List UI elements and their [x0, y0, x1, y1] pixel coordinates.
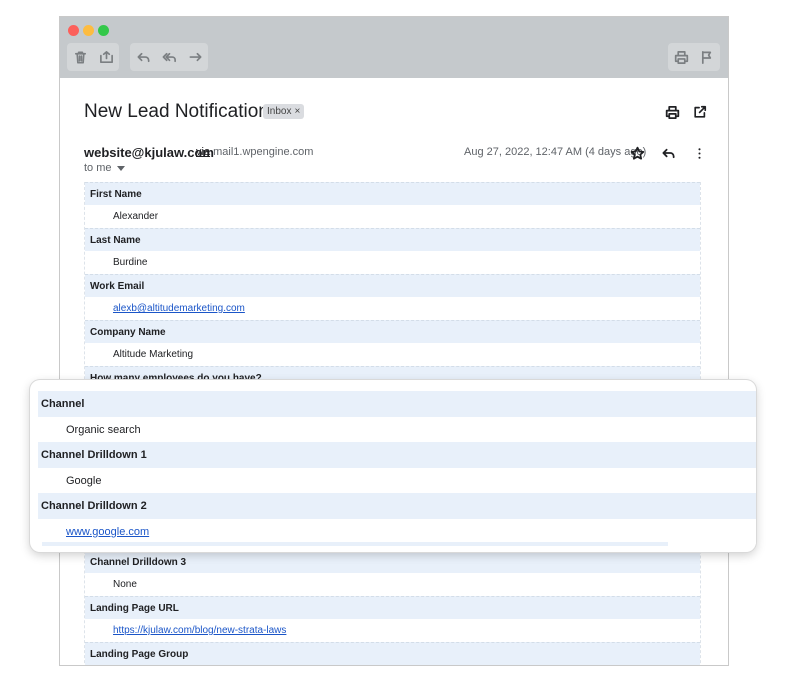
- close-window-button[interactable]: [68, 25, 79, 36]
- inbox-label-chip[interactable]: Inbox ×: [263, 104, 305, 119]
- toolbar-group-archive: [67, 43, 119, 71]
- minimize-window-button[interactable]: [83, 25, 94, 36]
- channel-drilldown-link[interactable]: www.google.com: [66, 526, 149, 538]
- sender-email[interactable]: website@kjulaw.com: [84, 145, 214, 160]
- field-value: Burdine: [85, 251, 700, 274]
- star-icon[interactable]: [627, 143, 647, 163]
- toolbar-group-reply: [130, 43, 208, 71]
- window-titlebar: [60, 17, 728, 78]
- email-window: New Lead Notification Inbox × website@kj…: [59, 16, 729, 666]
- print-icon[interactable]: [668, 43, 694, 71]
- trash-icon[interactable]: [67, 43, 93, 71]
- reply-all-icon[interactable]: [156, 43, 182, 71]
- email-subject: New Lead Notification: [84, 101, 269, 122]
- field-value: alexb@altitudemarketing.com: [85, 297, 700, 320]
- field-value-hidden: [85, 665, 700, 666]
- field-value: https://kjulaw.com/blog/new-strata-laws: [85, 619, 700, 642]
- via-word[interactable]: via: [196, 146, 210, 158]
- move-to-icon[interactable]: [93, 43, 119, 71]
- field-value: www.google.com: [38, 519, 756, 544]
- field-value: None: [85, 573, 700, 596]
- landing-page-link[interactable]: https://kjulaw.com/blog/new-strata-laws: [113, 625, 286, 636]
- print-icon[interactable]: [662, 102, 682, 122]
- field-label: Channel Drilldown 2: [38, 493, 756, 519]
- chevron-down-icon[interactable]: [116, 165, 125, 171]
- field-label: Work Email: [85, 274, 700, 297]
- highlight-table: Channel Organic search Channel Drilldown…: [38, 391, 756, 544]
- highlight-divider: [42, 542, 668, 546]
- flag-icon[interactable]: [694, 43, 720, 71]
- work-email-link[interactable]: alexb@altitudemarketing.com: [113, 303, 245, 314]
- field-label: Channel: [38, 391, 756, 417]
- via-info: via mail1.wpengine.com: [196, 146, 313, 158]
- field-label: Channel Drilldown 1: [38, 442, 756, 468]
- forward-icon[interactable]: [182, 43, 208, 71]
- open-in-new-icon[interactable]: [690, 102, 710, 122]
- field-value: Organic search: [38, 417, 756, 442]
- field-label: Channel Drilldown 3: [85, 550, 700, 573]
- field-value: Alexander: [85, 205, 700, 228]
- reply-icon[interactable]: [658, 143, 678, 163]
- remove-label-icon[interactable]: ×: [294, 106, 300, 117]
- field-label: First Name: [85, 182, 700, 205]
- recipient-details[interactable]: to me: [84, 162, 125, 174]
- highlight-callout: Channel Organic search Channel Drilldown…: [30, 380, 756, 552]
- inbox-label-text: Inbox: [267, 106, 292, 117]
- toolbar-group-actions: [668, 43, 720, 71]
- reply-icon[interactable]: [130, 43, 156, 71]
- field-value: Google: [38, 468, 756, 493]
- email-date: Aug 27, 2022, 12:47 AM (4 days ago): [464, 146, 647, 158]
- via-domain: mail1.wpengine.com: [213, 146, 314, 158]
- field-label: Landing Page URL: [85, 596, 700, 619]
- zoom-window-button[interactable]: [98, 25, 109, 36]
- field-label: Company Name: [85, 320, 700, 343]
- field-value: Altitude Marketing: [85, 343, 700, 366]
- recipient-text: to me: [84, 162, 112, 174]
- field-label: Last Name: [85, 228, 700, 251]
- field-label: Landing Page Group: [85, 642, 700, 665]
- more-vert-icon[interactable]: [689, 143, 709, 163]
